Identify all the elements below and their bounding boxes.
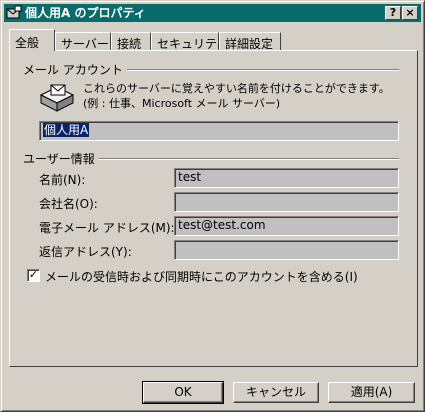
title-bar: 個人用A のプロパティ ? ×	[4, 4, 421, 22]
reply-address-label: 返信アドレス(Y):	[39, 245, 132, 259]
name-label: 名前(N):	[39, 173, 86, 187]
mail-account-divider	[101, 69, 399, 71]
include-account-label[interactable]: メールの受信時および同期時にこのアカウントを含める(I)	[45, 268, 358, 285]
company-field[interactable]	[174, 192, 399, 212]
account-icon	[6, 5, 22, 19]
tab-advanced[interactable]: 詳細設定	[219, 32, 281, 51]
user-info-heading: ユーザー情報	[23, 150, 99, 167]
account-name-field[interactable]: 個人用A	[39, 121, 399, 141]
account-name-value: 個人用A	[43, 123, 90, 137]
company-label: 会社名(O):	[39, 197, 98, 211]
tab-servers[interactable]: サーバー	[55, 32, 111, 51]
tab-connection[interactable]: 接続	[111, 32, 151, 51]
help-button[interactable]: ?	[385, 6, 401, 20]
cancel-button[interactable]: キャンセル	[233, 382, 319, 403]
mail-account-heading: メール アカウント	[23, 61, 127, 78]
email-label: 電子メール アドレス(M):	[39, 221, 175, 235]
apply-button[interactable]: 適用(A)	[328, 382, 415, 403]
close-button[interactable]: ×	[402, 6, 418, 20]
tab-general[interactable]: 全般	[9, 29, 55, 51]
include-account-checkbox[interactable]: ✓	[27, 269, 40, 282]
email-field[interactable]: test@test.com	[174, 216, 399, 236]
ok-button[interactable]: OK	[142, 381, 224, 404]
name-field[interactable]: test	[174, 168, 399, 188]
properties-dialog: 個人用A のプロパティ ? × 全般 サーバー 接続 セキュリティ 詳細設定 メ…	[0, 0, 425, 412]
user-info-divider	[91, 158, 399, 160]
reply-address-field[interactable]	[174, 240, 399, 260]
mail-account-description: これらのサーバーに覚えやすい名前を付けることができます。(例 : 仕事、Micr…	[83, 82, 390, 110]
mail-server-icon	[39, 84, 75, 112]
tab-security[interactable]: セキュリティ	[151, 32, 228, 51]
window-title: 個人用A のプロパティ	[25, 6, 146, 20]
